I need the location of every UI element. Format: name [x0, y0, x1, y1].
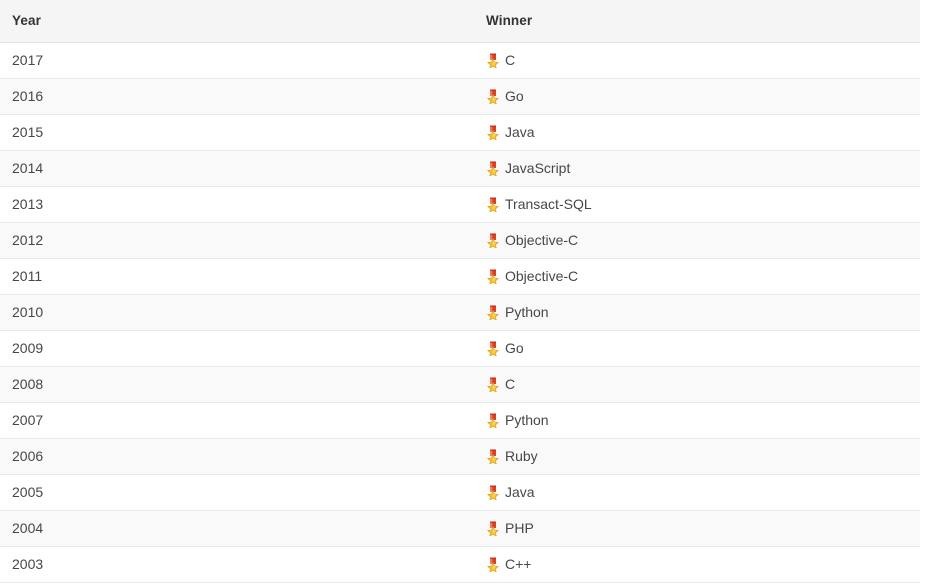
table-row[interactable]: 2016 Go [0, 78, 920, 115]
table-row[interactable]: 2010 Python [0, 294, 920, 331]
medal-icon [486, 341, 500, 356]
medal-icon [486, 125, 500, 140]
winner-label: Ruby [505, 448, 538, 464]
winner-label: C [505, 376, 516, 392]
medal-icon [486, 449, 500, 464]
medal-icon [486, 89, 500, 104]
medal-icon [486, 413, 500, 428]
cell-year: 2015 [0, 114, 473, 151]
table-row[interactable]: 2014 JavaScript [0, 150, 920, 187]
table-row[interactable]: 2013 Transact-SQL [0, 186, 920, 223]
winner-content: C++ [486, 557, 920, 572]
cell-year: 2007 [0, 402, 473, 439]
cell-year: 2014 [0, 150, 473, 187]
table-row[interactable]: 2004 PHP [0, 510, 920, 547]
winner-label: Objective-C [505, 232, 579, 248]
cell-year: 2008 [0, 366, 473, 403]
column-header-year[interactable]: Year [0, 0, 473, 43]
winner-label: C++ [505, 556, 532, 572]
cell-winner: C++ [473, 546, 920, 583]
medal-icon [486, 485, 500, 500]
cell-winner: Transact-SQL [473, 186, 920, 223]
winner-content: Python [486, 413, 920, 428]
winner-content: Go [486, 89, 920, 104]
winner-content: Python [486, 305, 920, 320]
cell-winner: Objective-C [473, 222, 920, 259]
table-body: 2017 C 2016 Go 2015 Java 2014 JavaScript… [0, 42, 920, 583]
winner-content: Java [486, 485, 920, 500]
medal-icon [486, 377, 500, 392]
winner-content: Transact-SQL [486, 197, 920, 212]
table-row[interactable]: 2003 C++ [0, 546, 920, 583]
table-row[interactable]: 2012 Objective-C [0, 222, 920, 259]
medal-icon [486, 53, 500, 68]
cell-year: 2010 [0, 294, 473, 331]
winner-content: Ruby [486, 449, 920, 464]
table-row[interactable]: 2007 Python [0, 402, 920, 439]
cell-winner: C [473, 42, 920, 79]
table-row[interactable]: 2017 C [0, 42, 920, 79]
cell-winner: Python [473, 402, 920, 439]
medal-icon [486, 557, 500, 572]
cell-winner: Java [473, 474, 920, 511]
winner-content: Go [486, 341, 920, 356]
medal-icon [486, 269, 500, 284]
cell-year: 2004 [0, 510, 473, 547]
medal-icon [486, 197, 500, 212]
winner-label: Objective-C [505, 268, 579, 284]
medal-icon [486, 305, 500, 320]
winner-label: Java [505, 124, 535, 140]
winner-content: JavaScript [486, 161, 920, 176]
cell-winner: Objective-C [473, 258, 920, 295]
cell-winner: Go [473, 330, 920, 367]
table-row[interactable]: 2006 Ruby [0, 438, 920, 475]
winner-label: Go [505, 88, 524, 104]
table-header-row: Year Winner [0, 0, 920, 43]
winner-content: C [486, 53, 920, 68]
winner-label: Go [505, 340, 524, 356]
cell-winner: Ruby [473, 438, 920, 475]
cell-year: 2009 [0, 330, 473, 367]
winner-content: Objective-C [486, 269, 920, 284]
winner-content: C [486, 377, 920, 392]
winner-label: C [505, 52, 516, 68]
winner-label: Python [505, 412, 549, 428]
winner-label: Transact-SQL [505, 196, 592, 212]
cell-year: 2005 [0, 474, 473, 511]
medal-icon [486, 521, 500, 536]
winner-label: PHP [505, 520, 534, 536]
winners-table: Year Winner 2017 C 2016 Go 2015 Java 201… [0, 0, 920, 583]
winner-content: PHP [486, 521, 920, 536]
cell-year: 2013 [0, 186, 473, 223]
medal-icon [486, 233, 500, 248]
page-container: Year Winner 2017 C 2016 Go 2015 Java 201… [0, 0, 936, 587]
cell-year: 2017 [0, 42, 473, 79]
cell-winner: Java [473, 114, 920, 151]
cell-winner: C [473, 366, 920, 403]
cell-winner: JavaScript [473, 150, 920, 187]
cell-year: 2016 [0, 78, 473, 115]
cell-year: 2011 [0, 258, 473, 295]
table-row[interactable]: 2008 C [0, 366, 920, 403]
table-header: Year Winner [0, 0, 920, 43]
cell-year: 2003 [0, 546, 473, 583]
cell-winner: PHP [473, 510, 920, 547]
cell-year: 2012 [0, 222, 473, 259]
winner-content: Objective-C [486, 233, 920, 248]
table-row[interactable]: 2011 Objective-C [0, 258, 920, 295]
column-header-winner[interactable]: Winner [473, 0, 920, 43]
medal-icon [486, 161, 500, 176]
table-row[interactable]: 2009 Go [0, 330, 920, 367]
winner-label: JavaScript [505, 160, 571, 176]
cell-year: 2006 [0, 438, 473, 475]
winner-label: Java [505, 484, 535, 500]
winner-label: Python [505, 304, 549, 320]
cell-winner: Python [473, 294, 920, 331]
table-row[interactable]: 2015 Java [0, 114, 920, 151]
winner-content: Java [486, 125, 920, 140]
table-row[interactable]: 2005 Java [0, 474, 920, 511]
cell-winner: Go [473, 78, 920, 115]
